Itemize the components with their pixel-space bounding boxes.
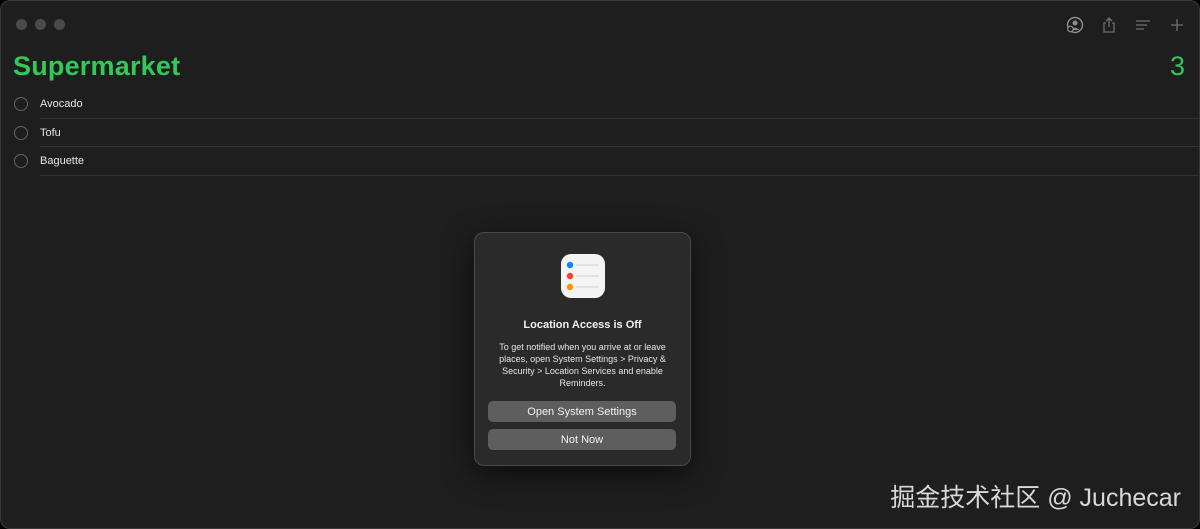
view-options-icon [1135,18,1151,32]
dialog-title: Location Access is Off [523,319,642,331]
toolbar [1065,14,1187,36]
reminder-item[interactable]: Avocado [1,90,1199,119]
reminders-list: Avocado Tofu Baguette [1,90,1199,176]
list-title: Supermarket [13,51,181,81]
add-reminder-button[interactable] [1167,14,1187,36]
list-count: 3 [1169,51,1185,81]
not-now-button[interactable]: Not Now [488,429,676,450]
divider [40,174,1199,176]
reminder-item[interactable]: Tofu [1,119,1199,147]
share-people-icon [1066,16,1084,34]
view-options-button[interactable] [1133,14,1153,36]
minimize-window-button[interactable] [35,19,46,30]
location-access-dialog: Location Access is Off To get notified w… [474,232,691,466]
close-window-button[interactable] [16,19,27,30]
reminder-label[interactable]: Tofu [40,127,61,139]
complete-checkbox[interactable] [14,154,28,168]
dialog-message: To get notified when you arrive at or le… [499,342,666,388]
reminder-item[interactable]: Baguette [1,147,1199,176]
reminder-label[interactable]: Baguette [40,155,84,167]
reminders-window: Supermarket 3 Avocado Tofu Baguette Loca… [0,0,1200,529]
open-system-settings-button[interactable]: Open System Settings [488,401,676,422]
reminders-app-icon [561,254,605,298]
window-controls [16,19,65,30]
complete-checkbox[interactable] [14,97,28,111]
zoom-window-button[interactable] [54,19,65,30]
share-icon [1102,16,1116,34]
watermark: 掘金技术社区 @ Juchecar [890,484,1181,512]
share-button[interactable] [1099,14,1119,36]
reminder-label[interactable]: Avocado [40,98,83,110]
complete-checkbox[interactable] [14,125,28,140]
add-icon [1170,18,1184,32]
share-people-button[interactable] [1065,14,1085,36]
